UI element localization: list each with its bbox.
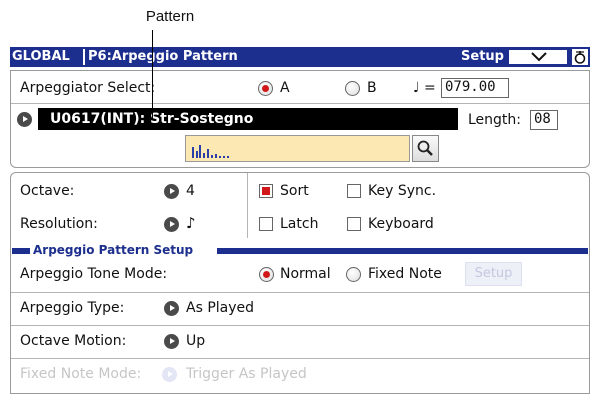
- sort-checkbox[interactable]: [259, 184, 273, 198]
- normal-label: Normal: [280, 266, 331, 282]
- page-menu-button[interactable]: [572, 49, 588, 65]
- mode-label: GLOBAL: [12, 49, 70, 64]
- octave-motion-value: Up: [186, 333, 206, 349]
- page-dropdown-button[interactable]: [508, 49, 568, 65]
- pattern-name-field[interactable]: U0617(INT): Str-Sostegno: [38, 108, 458, 130]
- latch-checkbox[interactable]: [259, 217, 273, 231]
- length-field[interactable]: 08: [530, 110, 558, 130]
- octave-value: 4: [186, 183, 195, 199]
- latch-label: Latch: [280, 216, 319, 232]
- resolution-value: ♪: [186, 214, 196, 232]
- fixed-note-label: Fixed Note: [368, 266, 442, 282]
- row-divider: [11, 292, 589, 293]
- search-icon: [417, 140, 433, 156]
- tempo-label: ♩ =: [413, 80, 436, 96]
- key-sync-label: Key Sync.: [368, 183, 437, 199]
- arp-a-radio[interactable]: [258, 81, 273, 96]
- arp-a-label: A: [280, 80, 290, 96]
- search-button[interactable]: [412, 135, 439, 162]
- fixed-note-mode-value: Trigger As Played: [186, 366, 307, 382]
- arp-b-radio[interactable]: [345, 81, 360, 96]
- pattern-preview-display[interactable]: [185, 135, 410, 162]
- tempo-field[interactable]: 079.00: [441, 78, 509, 98]
- tone-mode-label: Arpeggio Tone Mode:: [20, 266, 168, 282]
- octave-arrow-button[interactable]: [164, 184, 179, 199]
- fixed-note-mode-label: Fixed Note Mode:: [20, 366, 142, 382]
- pattern-callout-label: Pattern: [145, 8, 195, 25]
- setup-tab-label[interactable]: Setup: [458, 49, 504, 64]
- row-divider: [11, 325, 589, 326]
- pattern-select-arrow-button[interactable]: [17, 112, 32, 127]
- row-divider: [11, 103, 589, 104]
- column-divider: [247, 173, 248, 238]
- normal-radio[interactable]: [259, 267, 274, 282]
- arpeggiator-select-label: Arpeggiator Select:: [20, 80, 156, 96]
- octave-motion-label: Octave Motion:: [20, 333, 127, 349]
- sort-label: Sort: [280, 183, 309, 199]
- fixed-note-mode-arrow-button[interactable]: [162, 367, 177, 382]
- octave-motion-arrow-button[interactable]: [164, 334, 179, 349]
- pattern-graph-icon: [192, 145, 229, 158]
- callout-line: [152, 30, 153, 120]
- section-bar-right: [217, 248, 588, 254]
- arp-type-arrow-button[interactable]: [164, 301, 179, 316]
- octave-label: Octave:: [20, 183, 75, 199]
- arp-type-label: Arpeggio Type:: [20, 300, 125, 316]
- fixed-note-radio[interactable]: [346, 267, 361, 282]
- section-bar-left: [12, 248, 30, 254]
- menu-icon: [574, 51, 586, 64]
- resolution-label: Resolution:: [20, 216, 98, 232]
- arp-b-label: B: [367, 80, 377, 96]
- section-title: Arpeggio Pattern Setup: [33, 243, 194, 257]
- key-sync-checkbox[interactable]: [347, 184, 361, 198]
- title-separator: [83, 49, 85, 65]
- chevron-down-icon: [531, 52, 547, 62]
- arp-type-value: As Played: [186, 300, 255, 316]
- keyboard-label: Keyboard: [368, 216, 434, 232]
- page-title: P6:Arpeggio Pattern: [88, 49, 238, 64]
- tone-setup-button[interactable]: Setup: [465, 262, 522, 286]
- keyboard-checkbox[interactable]: [347, 217, 361, 231]
- length-label: Length:: [468, 112, 522, 128]
- resolution-arrow-button[interactable]: [164, 217, 179, 232]
- row-divider: [11, 358, 589, 359]
